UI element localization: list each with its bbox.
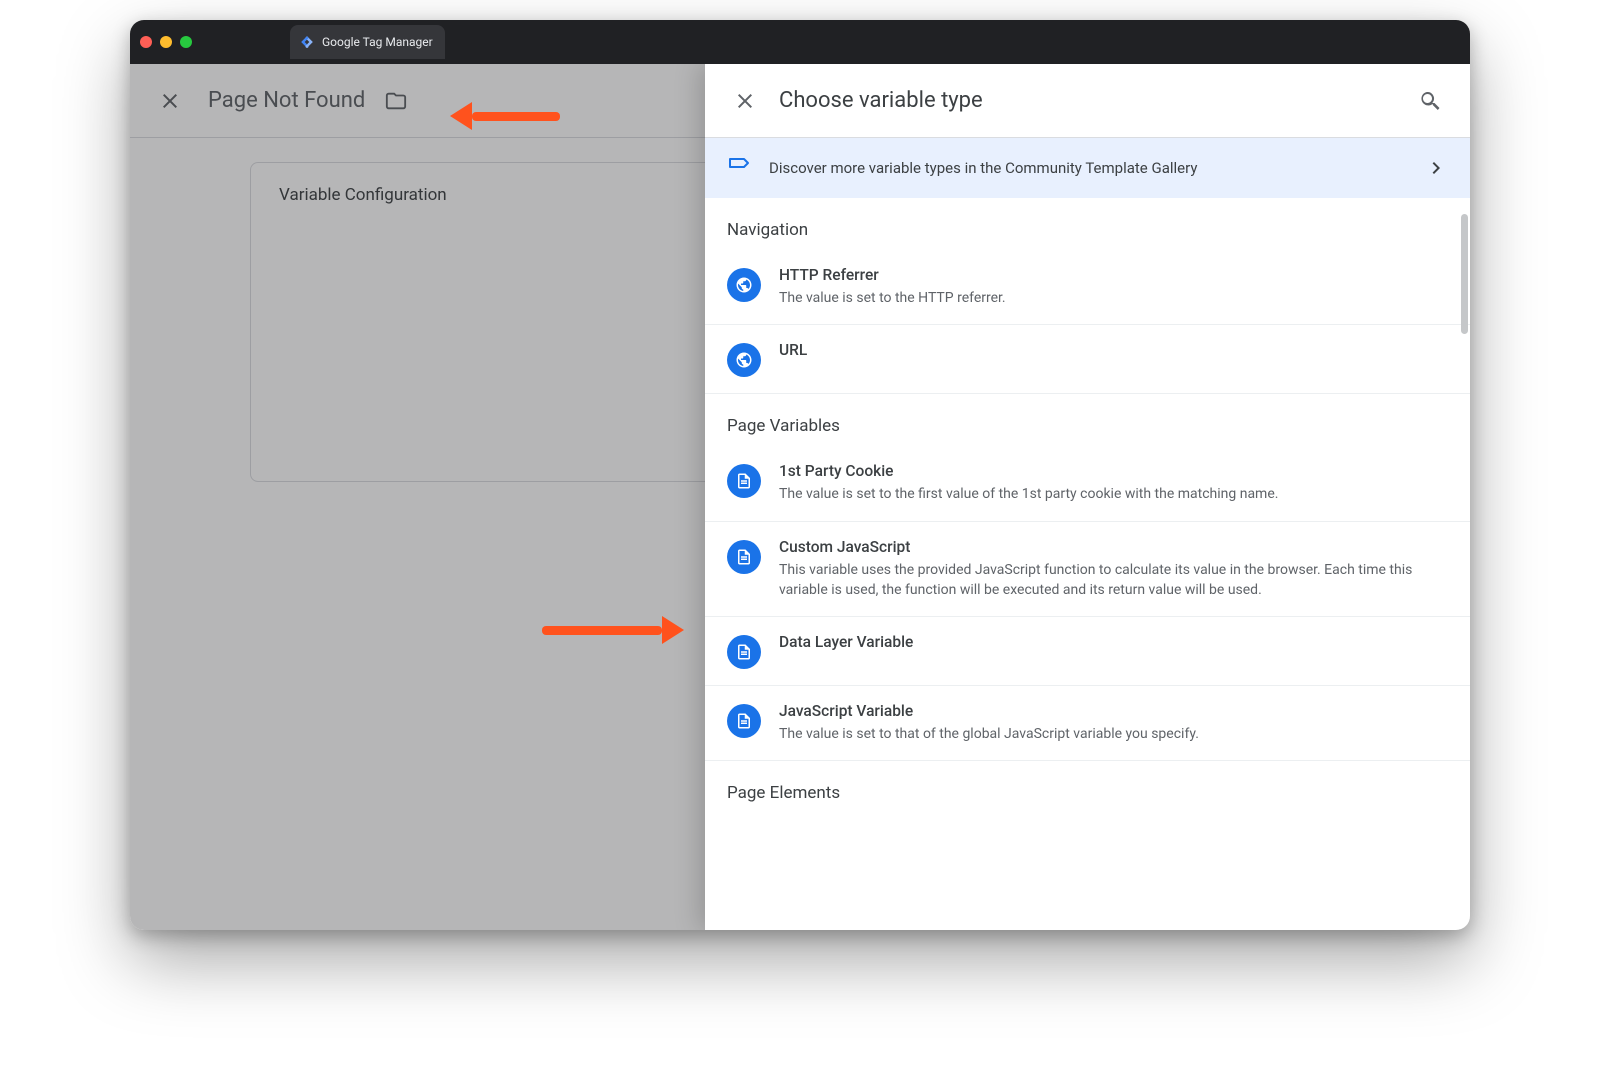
variable-type-name: HTTP Referrer bbox=[779, 266, 1448, 284]
variable-type-item[interactable]: JavaScript Variable The value is set to t… bbox=[705, 686, 1470, 761]
variable-type-list[interactable]: Navigation HTTP Referrer The value is set … bbox=[705, 198, 1470, 930]
variable-type-description: The value is set to the HTTP referrer. bbox=[779, 288, 1448, 308]
variable-type-item[interactable]: 1st Party Cookie The value is set to the … bbox=[705, 446, 1470, 521]
variable-type-name: Custom JavaScript bbox=[779, 538, 1448, 556]
globe-icon bbox=[727, 268, 761, 302]
search-icon bbox=[1418, 89, 1442, 113]
drawer-close-button[interactable] bbox=[723, 79, 767, 123]
variable-type-item[interactable]: HTTP Referrer The value is set to the HTT… bbox=[705, 250, 1470, 325]
browser-tab[interactable]: Google Tag Manager bbox=[290, 25, 445, 59]
window-close-button[interactable] bbox=[140, 36, 152, 48]
close-icon bbox=[733, 89, 757, 113]
window-minimize-button[interactable] bbox=[160, 36, 172, 48]
variable-type-name: 1st Party Cookie bbox=[779, 462, 1448, 480]
browser-tab-bar: Google Tag Manager bbox=[130, 20, 1470, 64]
variable-type-item[interactable]: Data Layer Variable bbox=[705, 617, 1470, 686]
document-icon bbox=[727, 464, 761, 498]
variable-type-name: JavaScript Variable bbox=[779, 702, 1448, 720]
variable-type-name: Data Layer Variable bbox=[779, 633, 1448, 651]
window-zoom-button[interactable] bbox=[180, 36, 192, 48]
community-gallery-banner[interactable]: Discover more variable types in the Comm… bbox=[705, 138, 1470, 198]
variable-type-description: This variable uses the provided JavaScri… bbox=[779, 560, 1448, 601]
variable-type-item[interactable]: Custom JavaScript This variable uses the … bbox=[705, 522, 1470, 618]
browser-tab-title: Google Tag Manager bbox=[322, 35, 433, 49]
variable-type-description: The value is set to that of the global J… bbox=[779, 724, 1448, 744]
drawer-search-button[interactable] bbox=[1408, 79, 1452, 123]
tag-outline-icon bbox=[727, 156, 751, 180]
globe-icon bbox=[727, 343, 761, 377]
community-gallery-banner-text: Discover more variable types in the Comm… bbox=[769, 159, 1197, 177]
gtm-logo-icon bbox=[300, 35, 314, 49]
variable-type-drawer: Choose variable type Discover more varia… bbox=[705, 64, 1470, 930]
drawer-header: Choose variable type bbox=[705, 64, 1470, 138]
drawer-title: Choose variable type bbox=[779, 88, 1396, 113]
document-icon bbox=[727, 635, 761, 669]
scrollbar-thumb[interactable] bbox=[1461, 214, 1468, 334]
variable-type-section-label: Navigation bbox=[705, 198, 1470, 250]
window-traffic-lights bbox=[140, 36, 192, 48]
variable-type-section-label: Page Variables bbox=[705, 394, 1470, 446]
document-icon bbox=[727, 704, 761, 738]
browser-window: Google Tag Manager Page Not Found Variab… bbox=[130, 20, 1470, 930]
variable-type-description: The value is set to the first value of t… bbox=[779, 484, 1448, 504]
variable-type-item[interactable]: URL bbox=[705, 325, 1470, 394]
app-viewport: Page Not Found Variable Configuration Ch… bbox=[130, 64, 1470, 930]
chevron-right-icon bbox=[1424, 156, 1448, 180]
document-icon bbox=[727, 540, 761, 574]
variable-type-section-label: Page Elements bbox=[705, 761, 1470, 813]
variable-type-name: URL bbox=[779, 341, 1448, 359]
